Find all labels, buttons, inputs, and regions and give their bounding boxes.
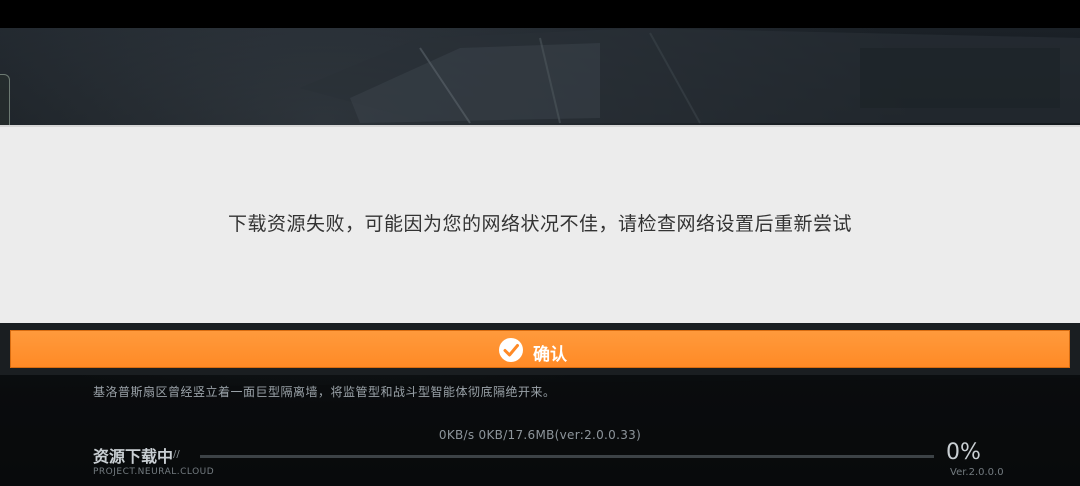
download-title-suffix: // [173, 449, 180, 460]
top-black-bar [0, 0, 1080, 28]
error-message: 下载资源失败，可能因为您的网络状况不佳，请检查网络设置后重新尝试 [227, 213, 852, 235]
download-title: 资源下载中 [93, 447, 174, 466]
confirm-button[interactable]: 确认 [10, 330, 1070, 368]
download-speed: 0KB/s 0KB/17.6MB(ver:2.0.0.33) [438, 428, 642, 442]
version-label: Ver.2.0.0.0 [950, 467, 1004, 478]
download-percent: 0% [946, 440, 981, 465]
loading-tip: 基洛普斯扇区曾经竖立着一面巨型隔离墙，将监管型和战斗型智能体彻底隔绝开来。 [93, 385, 556, 399]
check-circle-icon [498, 337, 524, 363]
confirm-label: 确认 [533, 345, 567, 365]
download-progress-bar [200, 455, 934, 458]
project-label: PROJECT.NEURAL.CLOUD [93, 467, 215, 477]
